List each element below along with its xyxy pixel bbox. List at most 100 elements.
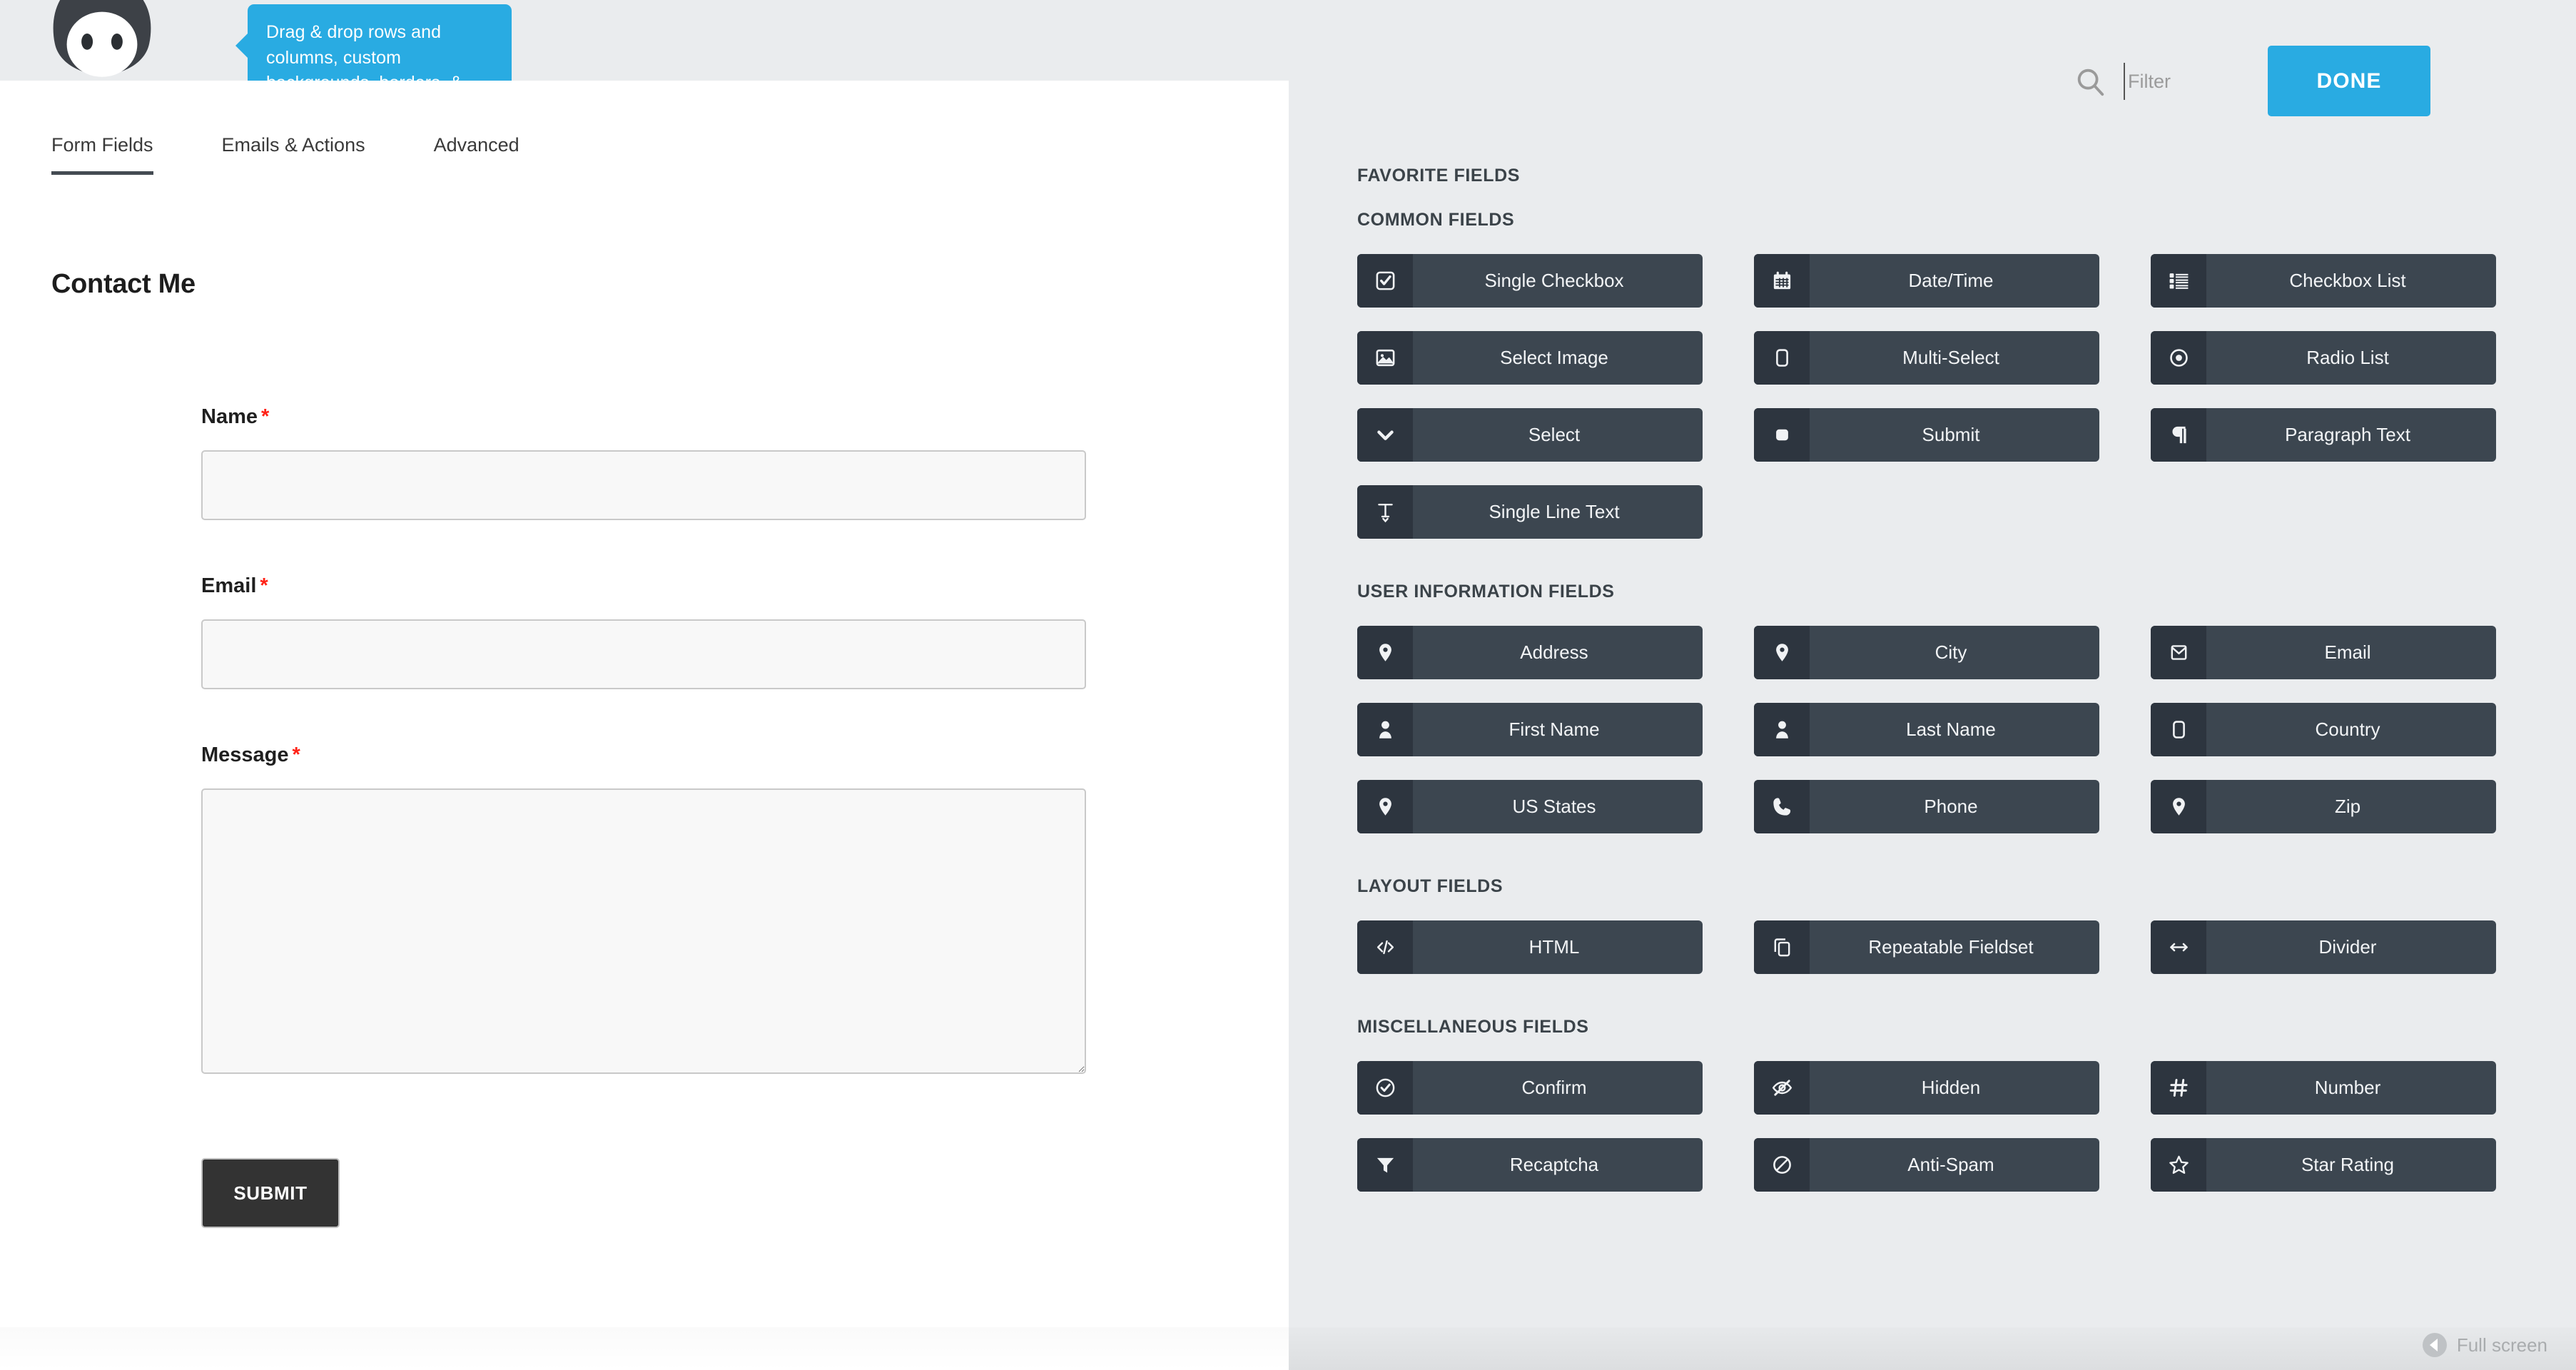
field-button-date-time[interactable]: Date/Time: [1754, 254, 2099, 308]
field-button-single-line-text[interactable]: Single Line Text: [1357, 485, 1703, 539]
email-input[interactable]: [201, 619, 1086, 689]
field-button-label: Last Name: [1906, 719, 1996, 740]
common-fields-grid: Single Checkbox Date/Time Checkbox List …: [1289, 254, 2576, 539]
user-icon: [1754, 703, 1810, 756]
section-title-favorite: FAVORITE FIELDS: [1357, 166, 1520, 186]
field-button-multi-select[interactable]: Multi-Select: [1754, 331, 2099, 385]
chevron-down-icon: [1357, 408, 1413, 462]
field-button-submit[interactable]: Submit: [1754, 408, 2099, 462]
field-button-divider[interactable]: Divider: [2151, 920, 2496, 974]
field-button-number[interactable]: Number: [2151, 1061, 2496, 1115]
arrows-horizontal-icon: [2151, 920, 2206, 974]
field-button-phone[interactable]: Phone: [1754, 780, 2099, 833]
field-button-country[interactable]: Country: [2151, 703, 2496, 756]
map-pin-icon: [1357, 626, 1413, 679]
eye-slash-icon: [1754, 1061, 1810, 1115]
field-button-label: Radio List: [2306, 347, 2389, 368]
field-button-single-checkbox[interactable]: Single Checkbox: [1357, 254, 1703, 308]
field-button-label: Paragraph Text: [2285, 424, 2410, 445]
required-asterisk: *: [261, 405, 270, 428]
submit-button[interactable]: SUBMIT: [201, 1158, 340, 1228]
hash-icon: [2151, 1061, 2206, 1115]
section-title-misc: MISCELLANEOUS FIELDS: [1357, 1017, 1589, 1037]
tab-advanced[interactable]: Advanced: [434, 134, 519, 175]
field-button-anti-spam[interactable]: Anti-Spam: [1754, 1138, 2099, 1192]
field-button-html[interactable]: HTML: [1357, 920, 1703, 974]
section-miscellaneous-fields: MISCELLANEOUS FIELDS Confirm Hidden Numb…: [1289, 1017, 2576, 1192]
tab-emails-actions[interactable]: Emails & Actions: [222, 134, 365, 175]
field-button-label: Number: [2314, 1077, 2381, 1098]
field-button-label: Anti-Spam: [1907, 1154, 1994, 1175]
section-layout-fields: LAYOUT FIELDS HTML Repeatable Fieldset D…: [1289, 876, 2576, 974]
field-button-confirm[interactable]: Confirm: [1357, 1061, 1703, 1115]
map-pin-icon: [1754, 626, 1810, 679]
required-asterisk: *: [260, 574, 268, 597]
field-button-checkbox-list[interactable]: Checkbox List: [2151, 254, 2496, 308]
star-icon: [2151, 1138, 2206, 1192]
field-button-label: Multi-Select: [1902, 347, 1999, 368]
field-button-first-name[interactable]: First Name: [1357, 703, 1703, 756]
field-label-message-text: Message: [201, 744, 289, 766]
field-button-label: Repeatable Fieldset: [1868, 936, 2034, 958]
field-button-hidden[interactable]: Hidden: [1754, 1061, 2099, 1115]
done-button[interactable]: DONE: [2268, 46, 2430, 116]
message-textarea[interactable]: [201, 788, 1086, 1074]
field-button-label: Phone: [1924, 796, 1978, 817]
field-button-label: First Name: [1508, 719, 1600, 740]
required-asterisk: *: [292, 744, 300, 766]
list-icon: [2151, 254, 2206, 308]
play-left-circle-icon: [2422, 1333, 2447, 1357]
top-strip: Drag & drop rows and columns, custom bac…: [0, 0, 1289, 164]
field-button-select-image[interactable]: Select Image: [1357, 331, 1703, 385]
field-button-star-rating[interactable]: Star Rating: [2151, 1138, 2496, 1192]
field-button-label: Single Line Text: [1489, 501, 1620, 522]
field-button-select[interactable]: Select: [1357, 408, 1703, 462]
radio-button-icon: [2151, 331, 2206, 385]
field-button-email[interactable]: Email: [2151, 626, 2496, 679]
fullscreen-control[interactable]: Full screen: [2422, 1333, 2547, 1357]
field-spacer: [201, 520, 1093, 574]
field-button-label: Star Rating: [2301, 1154, 2395, 1175]
field-button-label: Checkbox List: [2289, 270, 2406, 291]
user-icon: [1357, 703, 1413, 756]
field-button-paragraph-text[interactable]: Paragraph Text: [2151, 408, 2496, 462]
field-button-radio-list[interactable]: Radio List: [2151, 331, 2496, 385]
bottom-bar-left: [0, 1327, 1289, 1370]
field-button-last-name[interactable]: Last Name: [1754, 703, 2099, 756]
field-button-us-states[interactable]: US States: [1357, 780, 1703, 833]
field-button-label: Select: [1528, 424, 1581, 445]
bottom-status-bar: [1289, 1327, 2576, 1370]
form-field-message: Message *: [201, 744, 1093, 1074]
picker-header: DONE: [1289, 0, 2576, 182]
field-button-address[interactable]: Address: [1357, 626, 1703, 679]
picker-body: FAVORITE FIELDS COMMON FIELDS Single Che…: [1289, 166, 2576, 1234]
submit-row: SUBMIT: [201, 1158, 1093, 1228]
field-button-label: City: [1934, 641, 1967, 663]
section-title-layout: LAYOUT FIELDS: [1357, 876, 1503, 896]
check-circle-icon: [1357, 1061, 1413, 1115]
field-label-name-text: Name: [201, 405, 258, 428]
field-button-label: Address: [1520, 641, 1588, 663]
field-button-repeatable-fieldset[interactable]: Repeatable Fieldset: [1754, 920, 2099, 974]
field-button-label: Hidden: [1921, 1077, 1981, 1098]
form-field-name: Name *: [201, 405, 1093, 520]
name-input[interactable]: [201, 450, 1086, 520]
section-title-user-info: USER INFORMATION FIELDS: [1357, 582, 1615, 602]
filled-rounded-square-icon: [1754, 408, 1810, 462]
field-button-label: HTML: [1528, 936, 1580, 958]
map-pin-icon: [1357, 780, 1413, 833]
tab-form-fields[interactable]: Form Fields: [51, 134, 153, 175]
search-icon: [2077, 68, 2104, 96]
field-button-zip[interactable]: Zip: [2151, 780, 2496, 833]
map-pin-icon: [2151, 780, 2206, 833]
pilcrow-icon: [2151, 408, 2206, 462]
field-button-recaptcha[interactable]: Recaptcha: [1357, 1138, 1703, 1192]
miscellaneous-fields-grid: Confirm Hidden Number Recaptcha Anti-Spa…: [1289, 1061, 2576, 1192]
field-button-label: Zip: [2334, 796, 2361, 817]
text-cursor-icon: [1357, 485, 1413, 539]
code-icon: [1357, 920, 1413, 974]
layout-fields-grid: HTML Repeatable Fieldset Divider: [1289, 920, 2576, 974]
field-button-label: Single Checkbox: [1484, 270, 1624, 291]
field-button-city[interactable]: City: [1754, 626, 2099, 679]
page-title: Contact Me: [51, 269, 196, 299]
